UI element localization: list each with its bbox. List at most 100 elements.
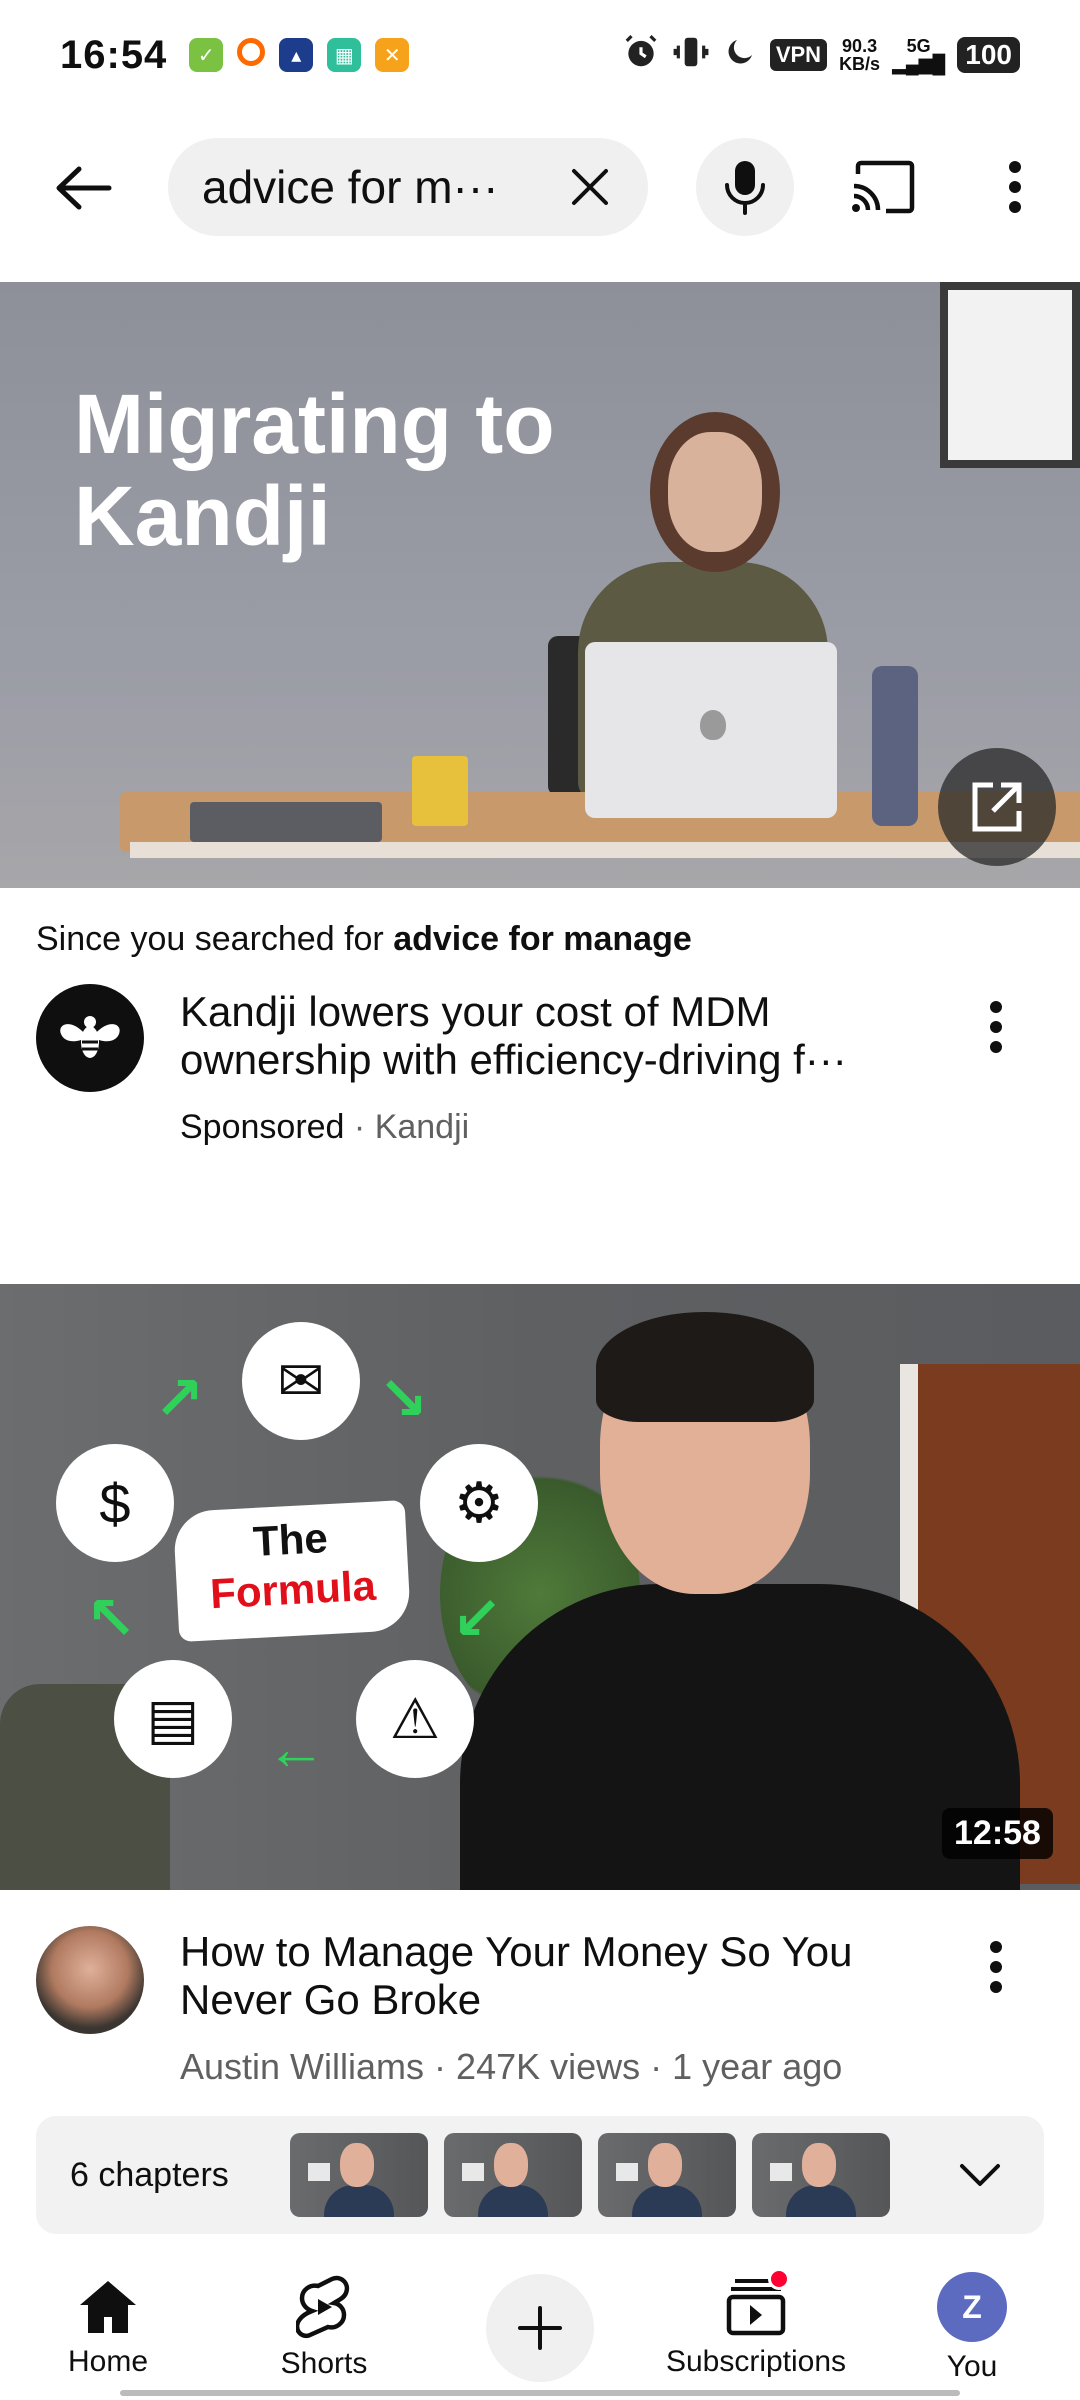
more-vert-icon [1009, 161, 1021, 213]
nav-subscriptions[interactable]: Subscriptions [648, 2256, 864, 2400]
battery-level: 100 [957, 37, 1020, 73]
bills-receipt-icon: ▤ [114, 1660, 232, 1778]
create-button[interactable] [486, 2274, 594, 2382]
upload-age: 1 year ago [672, 2046, 843, 2087]
signal-bars-icon: ▂▄▆█ [892, 54, 946, 74]
microphone-icon [725, 161, 765, 215]
ad-info-row[interactable]: Kandji lowers your cost of MDM ownership… [0, 984, 1080, 1154]
search-box[interactable]: advice for m··· [168, 138, 648, 236]
cycle-arrow-icon: ↘ [378, 1365, 429, 1432]
chapters-count: 6 chapters [70, 2155, 229, 2194]
nav-you[interactable]: Z You [864, 2256, 1080, 2400]
expand-chapters-button[interactable] [950, 2145, 1010, 2205]
meta-separator: · [344, 1108, 375, 1146]
desk-tray [190, 802, 382, 842]
status-time: 16:54 [60, 32, 168, 77]
video-duration: 12:58 [942, 1808, 1053, 1859]
nav-subscriptions-label: Subscriptions [665, 2345, 847, 2378]
apple-logo-icon [700, 710, 726, 740]
cycle-arrow-icon: ← [266, 1715, 326, 1782]
view-count: 247K views [456, 2046, 641, 2087]
vpn-badge: VPN [769, 39, 828, 71]
ad-hero-title-line1: Migrating to [74, 377, 555, 471]
network-type: 5G [906, 36, 931, 56]
status-bar: 16:54 ✓ ▴ ▦ ✕ VPN 90.3 KB/s 5G ▂▄▆█ 100 [0, 0, 1080, 110]
shorts-icon [296, 2275, 350, 2339]
cast-button[interactable] [848, 154, 918, 220]
close-icon [572, 169, 608, 205]
ad-title[interactable]: Kandji lowers your cost of MDM ownership… [180, 988, 920, 1084]
wall-frame [940, 282, 1080, 468]
back-button[interactable] [48, 158, 118, 218]
cycle-arrow-icon: ↙ [452, 1585, 503, 1652]
plus-icon [518, 2306, 562, 2350]
advertiser-avatar[interactable] [36, 984, 144, 1092]
voice-search-button[interactable] [696, 138, 794, 236]
bee-logo-icon [60, 1016, 120, 1058]
ad-thumbnail[interactable]: Migrating to Kandji [0, 282, 1080, 888]
signal-indicator: 5G ▂▄▆█ [892, 37, 945, 73]
channel-name[interactable]: Austin Williams [180, 2046, 424, 2087]
video-thumbnail[interactable]: ✉ ⚙ ⚠ ▤ $ ↗ ↘ ↙ ← ↖ The Formula 12:58 [0, 1284, 1080, 1890]
video-title[interactable]: How to Manage Your Money So You Never Go… [180, 1928, 940, 2024]
alarm-icon [622, 33, 660, 78]
search-query[interactable]: advice for m··· [202, 160, 542, 214]
cycle-arrow-icon: ↗ [154, 1365, 205, 1432]
vibrate-icon [672, 33, 710, 78]
ad-hero-title: Migrating to Kandji [74, 378, 555, 562]
open-external-button[interactable] [938, 748, 1056, 866]
meta-separator: · [640, 2046, 673, 2087]
video-more-button[interactable] [972, 1934, 1020, 2000]
sponsored-label: Sponsored [180, 1108, 345, 1146]
desk-edge [130, 842, 1080, 858]
man-body [460, 1584, 1020, 1890]
chapter-thumbnail[interactable] [752, 2133, 890, 2217]
nav-home[interactable]: Home [0, 2256, 216, 2400]
man-hair [596, 1312, 814, 1422]
pencil-cup [412, 756, 468, 826]
ad-meta: Sponsored · Kandji [180, 1108, 469, 1147]
ad-reason-query: advice for manage [393, 920, 692, 958]
nav-home-label: Home [67, 2345, 149, 2378]
chapter-thumbnail[interactable] [444, 2133, 582, 2217]
more-options-button[interactable] [980, 154, 1050, 220]
water-bottle [872, 666, 918, 826]
app-notification-icon: ✓ [189, 38, 224, 72]
ad-reason: Since you searched for advice for manage [36, 920, 692, 959]
nav-shorts[interactable]: Shorts [216, 2256, 432, 2400]
ad-reason-prefix: Since you searched for [36, 920, 394, 958]
more-vert-icon [990, 1001, 1002, 1053]
do-not-disturb-icon [722, 34, 758, 77]
ad-more-button[interactable] [972, 994, 1020, 1060]
speed-unit: KB/s [839, 54, 881, 74]
speed-value: 90.3 [842, 36, 878, 56]
app-notification-icon [237, 38, 266, 66]
advertiser-name[interactable]: Kandji [375, 1108, 470, 1146]
status-indicators: VPN 90.3 KB/s 5G ▂▄▆█ 100 [622, 33, 1020, 78]
chapter-thumbnail[interactable] [290, 2133, 428, 2217]
clear-search-button[interactable] [566, 163, 614, 211]
notification-dot [768, 2268, 790, 2290]
meta-separator: · [424, 2046, 457, 2087]
app-notification-icon: ✕ [375, 38, 410, 72]
chapter-thumbnail[interactable] [598, 2133, 736, 2217]
channel-avatar[interactable] [36, 1926, 144, 2034]
ad-hero-title-line2: Kandji [74, 469, 331, 563]
video-meta: Austin Williams · 247K views · 1 year ag… [180, 2046, 842, 2088]
video-info-row[interactable]: How to Manage Your Money So You Never Go… [0, 1924, 1080, 2087]
gesture-navigation-bar[interactable] [120, 2390, 960, 2396]
nav-shorts-label: Shorts [280, 2347, 368, 2380]
money-envelope-icon: ✉ [242, 1322, 360, 1440]
status-app-icons: ✓ ▴ ▦ ✕ [189, 38, 410, 72]
open-in-new-icon [972, 782, 1022, 832]
back-arrow-icon [56, 166, 112, 210]
user-avatar[interactable]: Z [937, 2272, 1007, 2342]
formula-label: The Formula [172, 1500, 412, 1642]
app-notification-icon: ▦ [327, 38, 362, 72]
search-toolbar: advice for m··· [0, 128, 1080, 248]
chevron-down-icon [960, 2164, 1000, 2186]
chapters-bar[interactable]: 6 chapters [36, 2116, 1044, 2234]
nav-create[interactable] [432, 2256, 648, 2400]
cycle-arrow-icon: ↖ [86, 1585, 137, 1652]
more-vert-icon [990, 1941, 1002, 1993]
